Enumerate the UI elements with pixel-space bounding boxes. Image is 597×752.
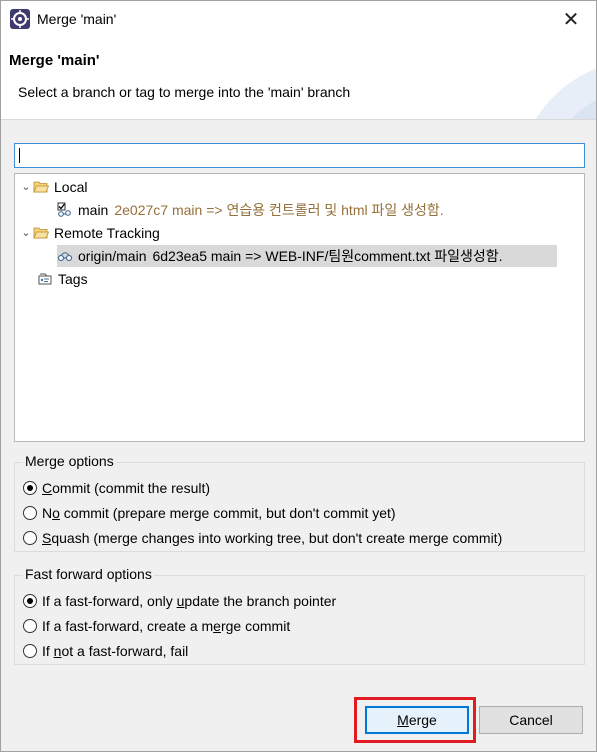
branch-name: main (78, 202, 109, 218)
radio-no-commit[interactable]: No commit (prepare merge commit, but don… (23, 502, 396, 524)
fast-forward-options-group: Fast forward options If a fast-forward, … (14, 566, 585, 665)
eclipse-app-icon (10, 9, 30, 29)
radio-button[interactable] (23, 619, 37, 633)
option-label: If a fast-forward, create a merge commit (42, 618, 291, 634)
branch-checked-out-icon (57, 202, 71, 217)
option-label: No commit (prepare merge commit, but don… (42, 505, 396, 521)
close-icon[interactable]: ✕ (556, 6, 586, 32)
tree-node-tags[interactable]: Tags (37, 268, 88, 290)
option-label: If not a fast-forward, fail (42, 643, 189, 659)
radio-squash[interactable]: Squash (merge changes into working tree,… (23, 527, 502, 549)
radio-button[interactable] (23, 644, 37, 658)
tree-node-remote-tracking[interactable]: ⌄ Remote Tracking (19, 222, 160, 244)
radio-no-ff-fail[interactable]: If not a fast-forward, fail (23, 640, 188, 662)
ref-tree[interactable]: ⌄ Local main 2e027c7 main => 연습용 컨트롤러 및 … (14, 173, 585, 442)
tags-icon (38, 273, 52, 285)
window-title: Merge 'main' (37, 11, 117, 27)
tree-node-label: Local (54, 179, 88, 195)
tree-node-branch-origin-main[interactable]: origin/main 6d23ea5 main => WEB-INF/팀원co… (57, 245, 557, 267)
radio-ff-only[interactable]: If a fast-forward, only update the branc… (23, 590, 336, 612)
filter-input[interactable] (15, 144, 584, 167)
radio-button-selected[interactable] (23, 481, 37, 495)
group-legend: Fast forward options (23, 566, 154, 582)
tree-node-local[interactable]: ⌄ Local (19, 176, 87, 198)
radio-button-selected[interactable] (23, 594, 37, 608)
radio-button[interactable] (23, 506, 37, 520)
option-label: Squash (merge changes into working tree,… (42, 530, 503, 546)
dialog-header: Merge 'main' Select a branch or tag to m… (1, 39, 596, 120)
folder-open-icon (33, 227, 49, 239)
tree-node-branch-main[interactable]: main 2e027c7 main => 연습용 컨트롤러 및 html 파일 … (57, 199, 444, 221)
branch-name: origin/main (78, 248, 147, 264)
merge-options-group: Merge options Commit (commit the result)… (14, 453, 585, 552)
folder-open-icon (33, 181, 49, 193)
option-label: If a fast-forward, only update the branc… (42, 593, 337, 609)
group-legend: Merge options (23, 453, 116, 469)
radio-button[interactable] (23, 531, 37, 545)
tree-node-label: Tags (58, 271, 88, 287)
dialog-title: Merge 'main' (9, 52, 100, 69)
radio-ff-create-merge-commit[interactable]: If a fast-forward, create a merge commit (23, 615, 290, 637)
tree-node-label: Remote Tracking (54, 225, 160, 241)
header-decoration (535, 68, 596, 119)
cancel-button[interactable]: Cancel (479, 706, 583, 734)
expand-chevron-icon[interactable]: ⌄ (19, 180, 33, 194)
dialog-description: Select a branch or tag to merge into the… (18, 84, 351, 100)
commit-info: 2e027c7 main => 연습용 컨트롤러 및 html 파일 생성함. (114, 202, 444, 218)
filter-input-wrapper (14, 143, 585, 168)
radio-commit[interactable]: Commit (commit the result) (23, 477, 210, 499)
merge-button[interactable]: Merge (365, 706, 469, 734)
expand-chevron-icon[interactable]: ⌄ (19, 226, 33, 240)
title-bar: Merge 'main' ✕ (1, 1, 596, 39)
option-label: Commit (commit the result) (42, 480, 211, 496)
text-caret (19, 148, 20, 163)
remote-branch-icon (57, 252, 73, 262)
merge-dialog: Merge 'main' ✕ Merge 'main' Select a bra… (0, 0, 597, 752)
commit-info: 6d23ea5 main => WEB-INF/팀원comment.txt 파일… (152, 248, 503, 264)
